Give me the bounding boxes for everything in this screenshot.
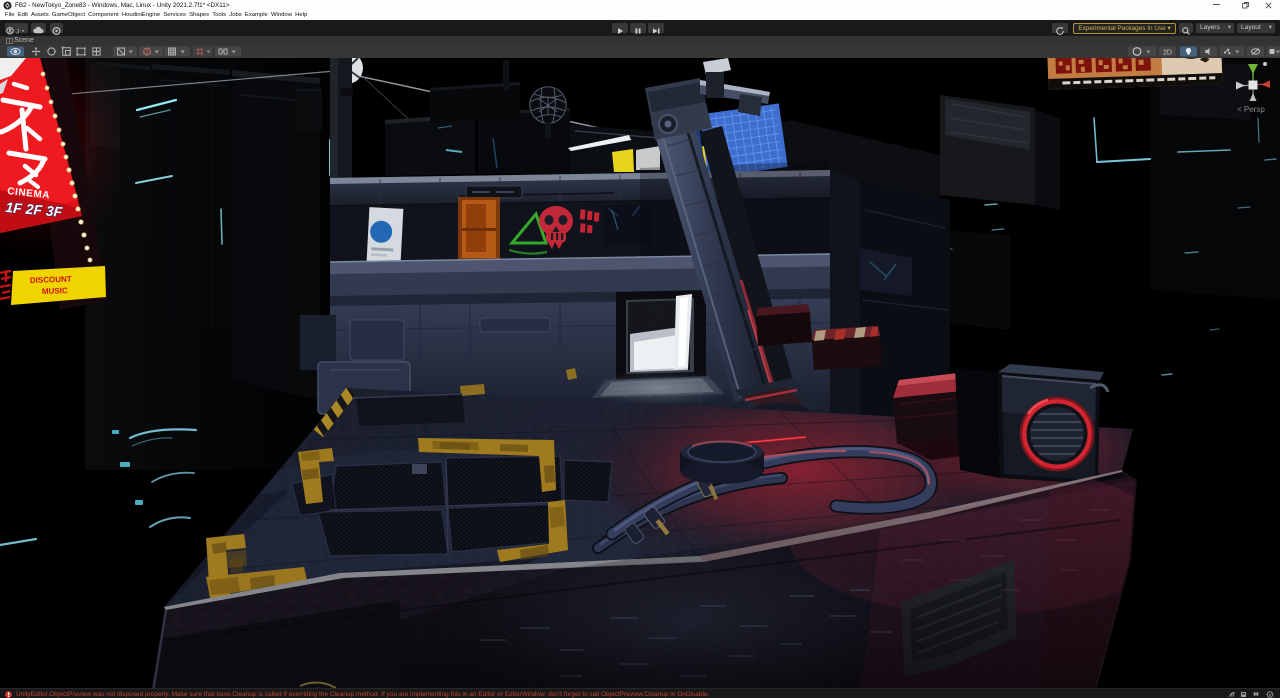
svg-text:< Persp: < Persp — [1237, 105, 1265, 114]
svg-text:MUSIC: MUSIC — [42, 286, 68, 296]
svg-text:DISCOUNT: DISCOUNT — [30, 275, 72, 285]
svg-text:2D: 2D — [1163, 49, 1172, 56]
svg-text:J: J — [16, 29, 19, 36]
